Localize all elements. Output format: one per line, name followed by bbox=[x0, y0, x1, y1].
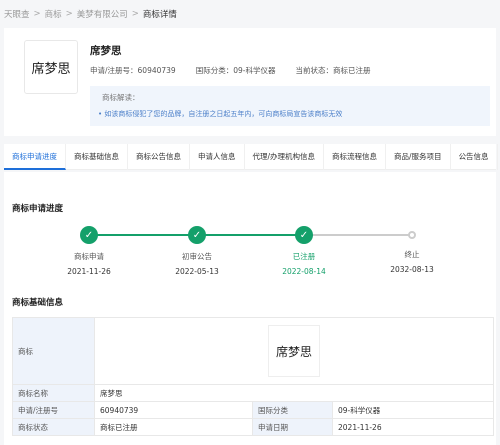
status-value: 商标已注册 bbox=[332, 66, 371, 75]
step-date: 2021-11-26 bbox=[67, 267, 111, 276]
table-value: 席梦思 bbox=[94, 384, 494, 402]
table-label: 申请/注册号 bbox=[12, 401, 95, 419]
breadcrumb-item-home[interactable]: 天眼查 bbox=[4, 8, 30, 20]
progress-timeline: ✓ 商标申请 2021-11-26 ✓ 初审公告 2022-05-13 ✓ 已注… bbox=[4, 224, 496, 284]
table-value: 2021-11-26 bbox=[332, 418, 494, 436]
check-icon: ✓ bbox=[80, 226, 98, 244]
progress-section-title: 商标申请进度 bbox=[12, 204, 64, 214]
trademark-interpretation-box: 商标解读： • 如该商标侵犯了您的品牌，自注册之日起五年内，可向商标局宣告该商标… bbox=[90, 86, 490, 126]
reg-no: 申请/注册号：60940739 bbox=[90, 65, 176, 76]
trademark-meta: 申请/注册号：60940739 国际分类：09-科学仪器 当前状态：商标已注册 bbox=[90, 65, 390, 76]
intl-class-label: 国际分类： bbox=[195, 66, 234, 75]
tab-process-info[interactable]: 商标流程信息 bbox=[324, 144, 387, 170]
status-label: 当前状态： bbox=[295, 66, 333, 75]
tab-agency-info[interactable]: 代理/办理机构信息 bbox=[245, 144, 325, 170]
basic-info-table: 商标 席梦思 商标名称 席梦思 申请/注册号 60940739 国际分类 09-… bbox=[12, 317, 494, 436]
reg-no-label: 申请/注册号： bbox=[90, 66, 138, 75]
breadcrumb-item-trademark[interactable]: 商标 bbox=[45, 8, 62, 20]
trademark-name: 席梦思 bbox=[90, 45, 122, 57]
table-row: 申请/注册号 60940739 国际分类 09-科学仪器 bbox=[12, 401, 494, 419]
table-value: 09-科学仪器 bbox=[332, 401, 494, 419]
trademark-image-cell: 席梦思 bbox=[94, 317, 494, 385]
table-value: 60940739 bbox=[94, 401, 253, 419]
step-date: 2032-08-13 bbox=[390, 265, 434, 274]
intl-class-value: 09-科学仪器 bbox=[233, 66, 276, 75]
check-icon: ✓ bbox=[295, 226, 313, 244]
step-label: 初审公告 bbox=[182, 252, 212, 261]
tab-applicant-info[interactable]: 申请人信息 bbox=[190, 144, 245, 170]
breadcrumb-separator: > bbox=[33, 9, 41, 19]
current-status: 当前状态：商标已注册 bbox=[295, 65, 370, 76]
table-value: 商标已注册 bbox=[94, 418, 253, 436]
check-icon: ✓ bbox=[188, 226, 206, 244]
table-row: 商标状态 商标已注册 申请日期 2021-11-26 bbox=[12, 418, 494, 436]
step-date: 2022-05-13 bbox=[175, 267, 219, 276]
progress-step: ✓ 初审公告 2022-05-13 bbox=[152, 224, 242, 276]
main-content: 商标申请进度 ✓ 商标申请 2021-11-26 ✓ 初审公告 2022-05-… bbox=[4, 172, 496, 445]
trademark-image: 席梦思 bbox=[268, 325, 320, 377]
progress-step-pending: 终止 2032-08-13 bbox=[367, 224, 457, 274]
table-label: 商标名称 bbox=[12, 384, 95, 402]
table-row: 商标 席梦思 bbox=[12, 317, 494, 385]
step-label: 商标申请 bbox=[74, 252, 104, 261]
interpretation-title: 商标解读： bbox=[102, 93, 140, 102]
table-label: 商标状态 bbox=[12, 418, 95, 436]
tab-application-progress[interactable]: 商标申请进度 bbox=[4, 144, 66, 170]
table-row: 商标名称 席梦思 bbox=[12, 384, 494, 402]
step-label: 已注册 bbox=[292, 252, 316, 261]
table-label: 申请日期 bbox=[252, 418, 333, 436]
breadcrumb-item-company[interactable]: 美梦有限公司 bbox=[77, 8, 128, 20]
pending-dot-icon bbox=[408, 231, 416, 239]
breadcrumb-item-current: 商标详情 bbox=[142, 10, 177, 20]
tab-goods-services[interactable]: 商品/服务项目 bbox=[386, 144, 451, 170]
progress-step-current: ✓ 已注册 2022-08-14 bbox=[259, 224, 349, 276]
breadcrumb-separator: > bbox=[131, 9, 139, 19]
tab-announcement-info[interactable]: 商标公告信息 bbox=[128, 144, 190, 170]
basic-info-section-title: 商标基础信息 bbox=[12, 298, 64, 308]
trademark-header-card: 席梦思 席梦思 申请/注册号：60940739 国际分类：09-科学仪器 当前状… bbox=[4, 28, 496, 136]
intl-class: 国际分类：09-科学仪器 bbox=[196, 65, 276, 76]
reg-no-value: 60940739 bbox=[137, 66, 176, 75]
table-label: 国际分类 bbox=[252, 401, 333, 419]
step-label: 终止 bbox=[404, 250, 420, 259]
interpretation-text: • 如该商标侵犯了您的品牌，自注册之日起五年内，可向商标局宣告该商标无效 bbox=[98, 110, 343, 118]
progress-step: ✓ 商标申请 2021-11-26 bbox=[44, 224, 134, 276]
tab-basic-info[interactable]: 商标基础信息 bbox=[66, 144, 128, 170]
breadcrumb-separator: > bbox=[65, 9, 73, 19]
tab-notices[interactable]: 公告信息 bbox=[451, 144, 498, 170]
detail-tabs: 商标申请进度 商标基础信息 商标公告信息 申请人信息 代理/办理机构信息 商标流… bbox=[4, 144, 498, 170]
step-date: 2022-08-14 bbox=[282, 267, 326, 276]
table-label: 商标 bbox=[12, 317, 95, 385]
breadcrumb: 天眼查 > 商标 > 美梦有限公司 > 商标详情 bbox=[0, 0, 500, 28]
trademark-logo: 席梦思 bbox=[24, 40, 78, 94]
